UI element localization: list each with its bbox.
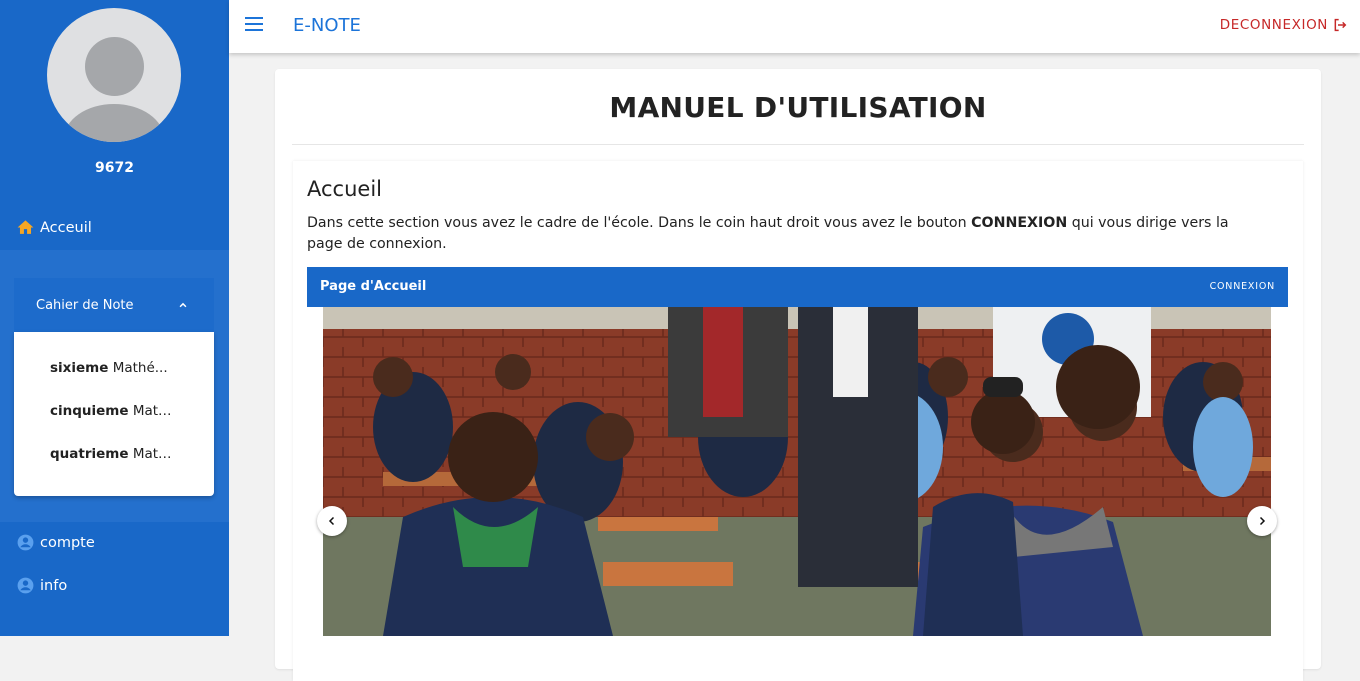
- notebook-submenu: sixieme Mathé... cinquieme Math... quatr…: [14, 332, 214, 496]
- logout-button[interactable]: DECONNEXION: [1220, 17, 1348, 33]
- menu-icon[interactable]: [245, 17, 263, 33]
- school-photo-carousel: [323, 307, 1271, 636]
- sidebar-item-accueil[interactable]: Acceuil: [16, 218, 92, 237]
- account-circle-icon: [17, 577, 34, 594]
- preview-connexion-button[interactable]: CONNEXION: [1210, 281, 1275, 292]
- chevron-up-icon: [179, 302, 187, 308]
- cahier-de-note-toggle[interactable]: Cahier de Note: [14, 278, 214, 332]
- section-description: Dans cette section vous avez le cadre de…: [307, 215, 1229, 252]
- chevron-left-icon: [328, 516, 335, 526]
- group-label: Cahier de Note: [36, 297, 134, 313]
- home-icon: [17, 220, 34, 234]
- logout-icon: [1334, 18, 1347, 32]
- classroom-photo: [323, 307, 1271, 636]
- divider: [292, 144, 1304, 145]
- carousel-prev-button[interactable]: [317, 506, 347, 536]
- sidebar-item-label: compte: [40, 534, 95, 551]
- carousel-next-button[interactable]: [1247, 506, 1277, 536]
- submenu-item-cinquieme[interactable]: cinquieme Math...: [50, 403, 174, 419]
- chevron-right-icon: [1259, 516, 1266, 526]
- submenu-item-sixieme[interactable]: sixieme Mathé...: [50, 360, 174, 376]
- page-title: MANUEL D'UTILISATION: [609, 91, 987, 124]
- avatar: [47, 8, 181, 142]
- submenu-item-quatrieme[interactable]: quatrieme Math...: [50, 446, 174, 462]
- username: 9672: [95, 160, 134, 176]
- sidebar-item-info[interactable]: info: [16, 576, 67, 595]
- account-circle-icon: [17, 534, 34, 551]
- app-title[interactable]: E-NOTE: [293, 15, 361, 36]
- preview-app-bar: Page d'Accueil CONNEXION: [307, 267, 1288, 307]
- logout-label: DECONNEXION: [1219, 17, 1328, 33]
- sidebar-item-label: Acceuil: [40, 219, 92, 236]
- sidebar: 9672 Acceuil Cahier de Note sixieme Math…: [0, 0, 229, 636]
- sidebar-item-label: info: [40, 577, 68, 594]
- section-title: Accueil: [307, 177, 382, 201]
- top-app-bar: E-NOTE DECONNEXION: [229, 0, 1360, 53]
- sidebar-item-compte[interactable]: compte: [16, 533, 95, 552]
- preview-title: Page d'Accueil: [320, 279, 427, 294]
